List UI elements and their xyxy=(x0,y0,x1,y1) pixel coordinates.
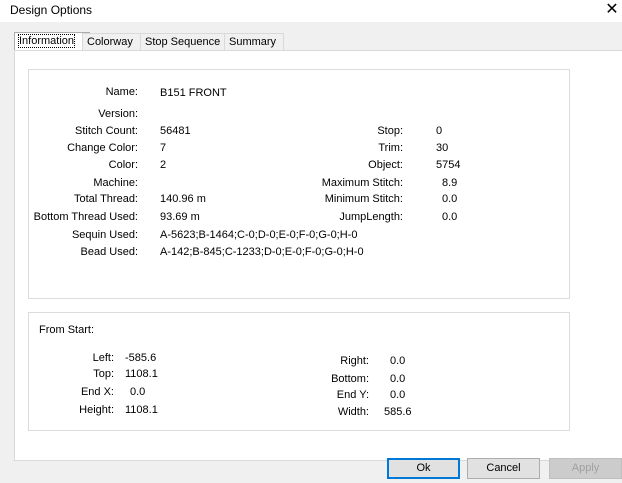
apply-button[interactable]: Apply xyxy=(549,458,622,479)
total-thread-label: Total Thread: xyxy=(73,193,138,205)
bead-value: A-142;B-845;C-1233;D-0;E-0;F-0;G-0;H-0 xyxy=(160,246,364,258)
top-label: Top: xyxy=(93,368,114,380)
object-label: Object: xyxy=(368,159,403,171)
close-icon[interactable]: ✕ xyxy=(603,1,621,19)
color-label: Color: xyxy=(108,159,138,171)
object-value: 5754 xyxy=(436,159,461,171)
color-value: 2 xyxy=(160,159,167,171)
bottom-thread-label: Bottom Thread Used: xyxy=(33,211,138,223)
tab-information[interactable]: Information xyxy=(14,32,90,50)
stop-value: 0 xyxy=(436,125,443,137)
window-title: Design Options xyxy=(10,3,93,17)
bead-label: Bead Used: xyxy=(80,246,138,258)
total-thread-value: 140.96 m xyxy=(160,193,206,205)
jump-length-value: 0.0 xyxy=(442,211,458,223)
trim-value: 30 xyxy=(436,142,449,154)
maximum-stitch-label: Maximum Stitch: xyxy=(321,177,403,189)
bottom-value: 0.0 xyxy=(390,373,406,385)
cancel-button[interactable]: Cancel xyxy=(467,458,540,479)
left-value: -585.6 xyxy=(125,352,157,364)
machine-label: Machine: xyxy=(93,177,138,189)
sequin-value: A-5623;B-1464;C-0;D-0;E-0;F-0;G-0;H-0 xyxy=(160,229,358,241)
height-value: 1108.1 xyxy=(125,404,158,416)
tab-colorway[interactable]: Colorway xyxy=(82,33,147,50)
end-x-label: End X: xyxy=(80,386,114,398)
tab-stop-sequence[interactable]: Stop Sequence xyxy=(140,33,230,50)
title-bar: Design Options ✕ xyxy=(0,0,622,22)
name-value: B151 FRONT xyxy=(160,87,227,99)
ok-button[interactable]: Ok xyxy=(387,458,460,479)
stop-label: Stop: xyxy=(377,125,403,137)
stitch-count-value: 56481 xyxy=(160,125,191,137)
bottom-label: Bottom: xyxy=(331,373,369,385)
minimum-stitch-label: Minimum Stitch: xyxy=(324,193,403,205)
change-color-label: Change Color: xyxy=(67,142,138,154)
stitch-count-label: Stitch Count: xyxy=(75,125,138,137)
left-label: Left: xyxy=(92,352,114,364)
height-label: Height: xyxy=(79,404,114,416)
right-label: Right: xyxy=(340,355,369,367)
end-y-value: 0.0 xyxy=(390,389,406,401)
bottom-thread-value: 93.69 m xyxy=(160,211,200,223)
from-start-heading: From Start: xyxy=(39,324,95,336)
top-value: 1108.1 xyxy=(125,368,158,380)
tab-summary[interactable]: Summary xyxy=(224,33,284,50)
end-x-value: 0.0 xyxy=(130,386,146,398)
name-label: Name: xyxy=(105,86,138,98)
minimum-stitch-value: 0.0 xyxy=(442,193,458,205)
end-y-label: End Y: xyxy=(336,389,369,401)
trim-label: Trim: xyxy=(378,142,403,154)
width-label: Width: xyxy=(337,406,369,418)
change-color-value: 7 xyxy=(160,142,167,154)
maximum-stitch-value: 8.9 xyxy=(442,177,458,189)
width-value: 585.6 xyxy=(384,406,412,418)
version-label: Version: xyxy=(98,108,138,120)
jump-length-label: JumpLength: xyxy=(339,211,403,223)
right-value: 0.0 xyxy=(390,355,406,367)
sequin-label: Sequin Used: xyxy=(71,229,138,241)
